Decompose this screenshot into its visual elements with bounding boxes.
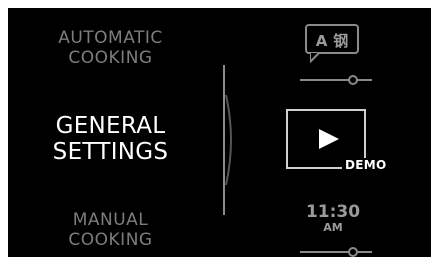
menu-item-general-settings-line1: GENERAL (55, 113, 166, 139)
oven-display-screen: AUTOMATIC COOKING GENERAL SETTINGS MANUA… (8, 8, 431, 257)
speech-bubble-tail (310, 53, 320, 63)
language-chinese-char: 钢 (333, 32, 349, 50)
language-speech-bubble-icon: A钢 (305, 24, 359, 54)
menu-item-automatic-cooking-line1: AUTOMATIC (58, 28, 163, 48)
slider-knob[interactable] (348, 75, 358, 85)
curved-divider (223, 65, 232, 215)
clock-period: AM (323, 221, 343, 234)
language-latin-char: A (315, 32, 328, 50)
menu-item-manual-cooking[interactable]: MANUAL COOKING (8, 210, 213, 250)
demo-label: DEMO (342, 158, 390, 172)
menu-item-manual-cooking-line2: COOKING (68, 230, 153, 250)
menu-item-manual-cooking-line1: MANUAL (72, 210, 149, 230)
menu-item-automatic-cooking-line2: COOKING (68, 48, 153, 68)
clock-slider[interactable] (300, 247, 372, 257)
menu-item-automatic-cooking[interactable]: AUTOMATIC COOKING (8, 28, 213, 68)
clock-time: 11:30 (305, 202, 361, 222)
clock-setting[interactable]: 11:30 AM (298, 203, 368, 234)
language-setting[interactable]: A钢 (278, 22, 378, 85)
slider-track (300, 79, 372, 81)
slider-knob[interactable] (348, 247, 358, 257)
slider-track (300, 251, 372, 253)
language-slider[interactable] (300, 75, 372, 85)
menu-item-general-settings[interactable]: GENERAL SETTINGS (8, 113, 213, 165)
menu-item-general-settings-line2: SETTINGS (52, 139, 169, 165)
play-icon (319, 129, 339, 149)
